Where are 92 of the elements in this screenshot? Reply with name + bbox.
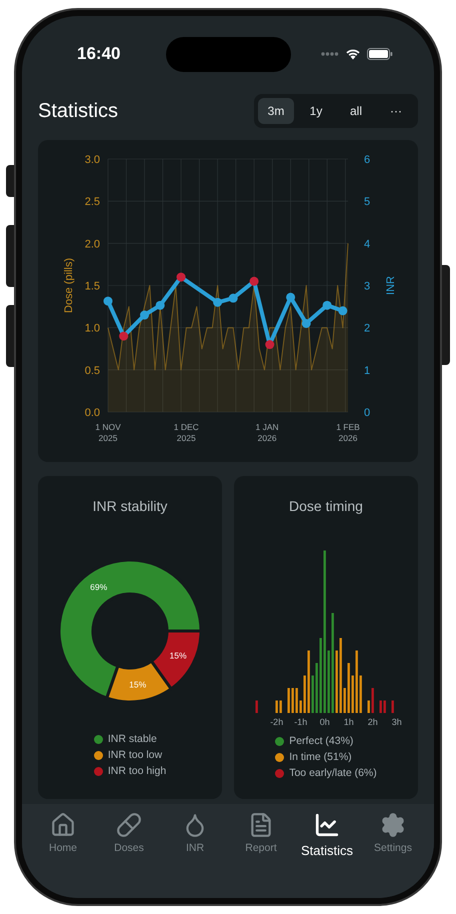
histogram-bar: [276, 700, 278, 713]
inr-point: [156, 300, 165, 310]
tick-label: -1h: [294, 717, 308, 727]
tab-item[interactable]: Report: [228, 812, 294, 857]
tick-label: 0: [364, 407, 370, 419]
tick-label: 3h: [392, 717, 402, 727]
histogram-bar: [308, 650, 310, 713]
line-chart-icon: [314, 812, 340, 838]
histogram-bar: [328, 650, 330, 713]
histogram-bar: [316, 663, 318, 713]
tick-label: 1 NOV 2025: [95, 422, 121, 443]
legend-label: INR too low: [108, 749, 162, 762]
wifi-icon: [345, 48, 362, 60]
tab-item[interactable]: Doses: [96, 812, 162, 857]
pill-icon: [116, 812, 142, 838]
legend-label: INR too high: [108, 765, 166, 778]
tick-label: 0h: [320, 717, 330, 727]
range-tab[interactable]: 3m: [258, 98, 294, 124]
signal-icon: [321, 51, 340, 57]
tick-label: 5: [364, 196, 370, 208]
histogram-bar: [392, 700, 394, 713]
tab-item[interactable]: Settings: [360, 812, 426, 857]
tick-label: 3.0: [84, 154, 100, 166]
tick-label: 1: [364, 364, 370, 377]
card-title: INR stability: [92, 497, 168, 516]
inr-point: [250, 276, 259, 286]
axis-title: Dose (pills): [63, 258, 75, 313]
tab-item[interactable]: Home: [30, 812, 96, 857]
inr-point: [302, 318, 311, 328]
histogram-bar: [292, 688, 294, 713]
inr-point: [213, 298, 222, 307]
legend-label: In time (51%): [289, 751, 352, 764]
inr-point: [228, 294, 238, 303]
range-tab[interactable]: all: [338, 98, 374, 124]
range-tab[interactable]: 1y: [298, 98, 334, 124]
tick-label: -2h: [270, 717, 284, 727]
tab-item[interactable]: INR: [162, 812, 228, 857]
gear-icon: [380, 812, 406, 838]
histogram-bar: [344, 688, 346, 713]
histogram-bar: [280, 700, 282, 713]
histogram-bar: [360, 676, 362, 713]
inr-point: [265, 340, 274, 350]
home-icon: [50, 812, 76, 838]
legend-label: Too early/late (6%): [289, 767, 377, 780]
slice-label: 69%: [90, 582, 108, 592]
tab-item[interactable]: Statistics: [294, 812, 360, 860]
card-title: Dose timing: [289, 497, 363, 516]
tick-label: 2h: [368, 717, 378, 727]
inr-point: [338, 306, 348, 316]
histogram-bar: [348, 663, 350, 713]
tick-label: 0.5: [84, 364, 100, 377]
histogram-bar: [368, 700, 370, 713]
status-time: 16:40: [77, 43, 120, 66]
tick-label: 1 JAN 2026: [256, 422, 279, 443]
histogram-bar: [296, 688, 298, 713]
tick-label: 3: [364, 280, 370, 292]
histogram-bar: [304, 676, 306, 713]
tick-label: 2: [364, 322, 370, 335]
tick-label: 1.0: [84, 322, 100, 335]
histogram-bar: [312, 676, 314, 713]
histogram-bar: [384, 700, 386, 713]
legend-label: INR stable: [108, 733, 157, 746]
histogram-bar: [352, 676, 354, 713]
inr-point: [119, 332, 128, 341]
battery-icon: [367, 48, 394, 60]
tick-label: 1 DEC 2025: [174, 422, 199, 443]
histogram-bar: [356, 650, 358, 713]
inr-point: [176, 272, 186, 282]
tick-label: 4: [364, 238, 370, 250]
tick-label: 0.0: [84, 407, 100, 419]
tick-label: 1 FEB 2026: [336, 422, 360, 443]
histogram-bar: [372, 688, 374, 713]
inr-point: [286, 292, 296, 302]
inr-point: [104, 296, 112, 306]
inr-point: [140, 310, 150, 320]
histogram-bar: [300, 700, 302, 713]
histogram-bar: [288, 688, 290, 713]
page-title: Statistics: [38, 99, 118, 124]
histogram-bar: [256, 700, 258, 713]
slice-label: 15%: [170, 650, 186, 661]
tick-label: 1.5: [84, 280, 100, 292]
inr-point: [322, 300, 332, 310]
histogram-bar: [380, 700, 382, 713]
axis-title: INR: [385, 276, 397, 295]
histogram-bar: [336, 650, 338, 713]
tick-label: 2.5: [84, 196, 100, 208]
tick-label: 2.0: [84, 238, 100, 250]
tick-label: 6: [364, 154, 370, 166]
range-tab[interactable]: ···: [378, 98, 414, 124]
slice-label: 15%: [129, 679, 146, 690]
tick-label: 1h: [344, 717, 354, 727]
legend-label: Perfect (43%): [289, 735, 354, 748]
